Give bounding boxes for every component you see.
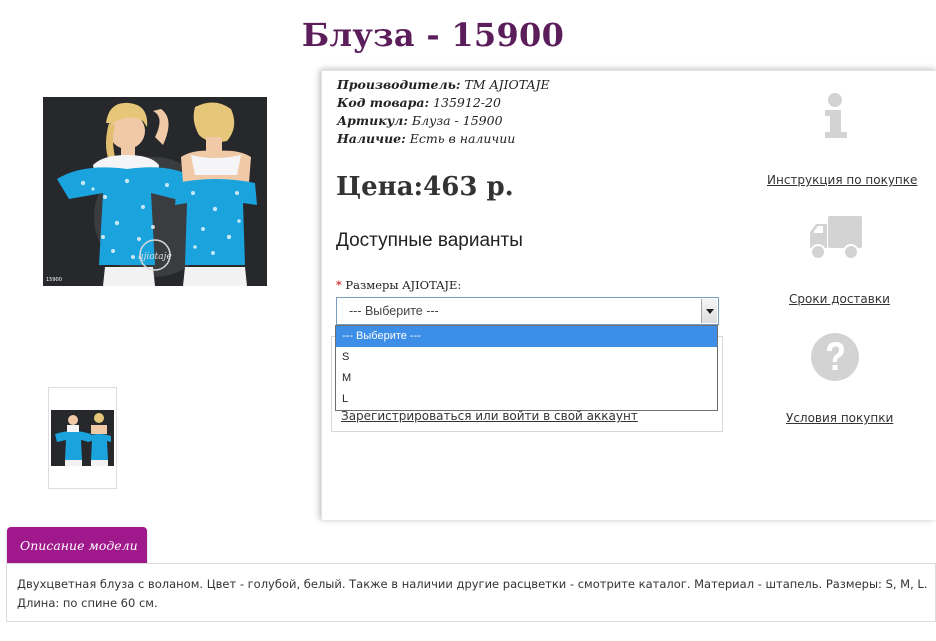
product-code-row: Код товара: 135912-20 bbox=[337, 95, 501, 110]
product-thumbnail[interactable] bbox=[48, 387, 117, 489]
product-code-label: Код товара: bbox=[337, 95, 430, 110]
sku-value: Блуза - 15900 bbox=[411, 113, 503, 128]
size-option[interactable]: M bbox=[336, 368, 717, 389]
manufacturer-label: Производитель: bbox=[337, 77, 461, 92]
delivery-terms-link[interactable]: Сроки доставки bbox=[789, 292, 890, 306]
page-title: Блуза - 15900 bbox=[301, 16, 565, 54]
purchase-instructions-link[interactable]: Инструкция по покупке bbox=[767, 173, 917, 187]
purchase-terms-link[interactable]: Условия покупки bbox=[786, 411, 893, 425]
product-code-value: 135912-20 bbox=[433, 95, 501, 110]
size-label: * Размеры AJIOTAJE: bbox=[336, 278, 461, 292]
chevron-down-icon[interactable] bbox=[701, 299, 717, 323]
tab-description[interactable]: Описание модели bbox=[7, 527, 147, 563]
required-mark: * bbox=[336, 278, 342, 292]
product-price: Цена:463 р. bbox=[336, 172, 514, 202]
info-icon bbox=[820, 92, 852, 144]
manufacturer-row: Производитель: ТМ AJIOTAJE bbox=[337, 77, 550, 92]
image-code-label: 15900 bbox=[46, 277, 62, 283]
size-option[interactable]: --- Выберите --- bbox=[336, 326, 717, 347]
size-select[interactable]: --- Выберите --- bbox=[336, 297, 719, 325]
size-label-text: Размеры AJIOTAJE: bbox=[345, 278, 462, 292]
sku-row: Артикул: Блуза - 15900 bbox=[337, 113, 503, 128]
description-text: Двухцветная блуза с воланом. Цвет - голу… bbox=[17, 577, 928, 610]
availability-value: Есть в наличии bbox=[409, 131, 516, 146]
variants-title: Доступные варианты bbox=[336, 230, 523, 251]
sku-label: Артикул: bbox=[337, 113, 408, 128]
manufacturer-value: ТМ AJIOTAJE bbox=[464, 77, 550, 92]
size-select-value: --- Выберите --- bbox=[349, 304, 439, 318]
availability-row: Наличие: Есть в наличии bbox=[337, 131, 515, 146]
product-main-image[interactable]: ajiotaje 15900 bbox=[43, 97, 267, 286]
size-dropdown-list: --- Выберите --- S M L bbox=[335, 325, 718, 411]
availability-label: Наличие: bbox=[337, 131, 406, 146]
question-icon bbox=[810, 332, 860, 386]
svg-text:ajiotaje: ajiotaje bbox=[138, 252, 172, 262]
size-option[interactable]: L bbox=[336, 389, 717, 410]
truck-icon bbox=[808, 214, 864, 266]
size-option[interactable]: S bbox=[336, 347, 717, 368]
register-login-link[interactable]: Зарегистрироваться или войти в свой акка… bbox=[341, 409, 638, 423]
